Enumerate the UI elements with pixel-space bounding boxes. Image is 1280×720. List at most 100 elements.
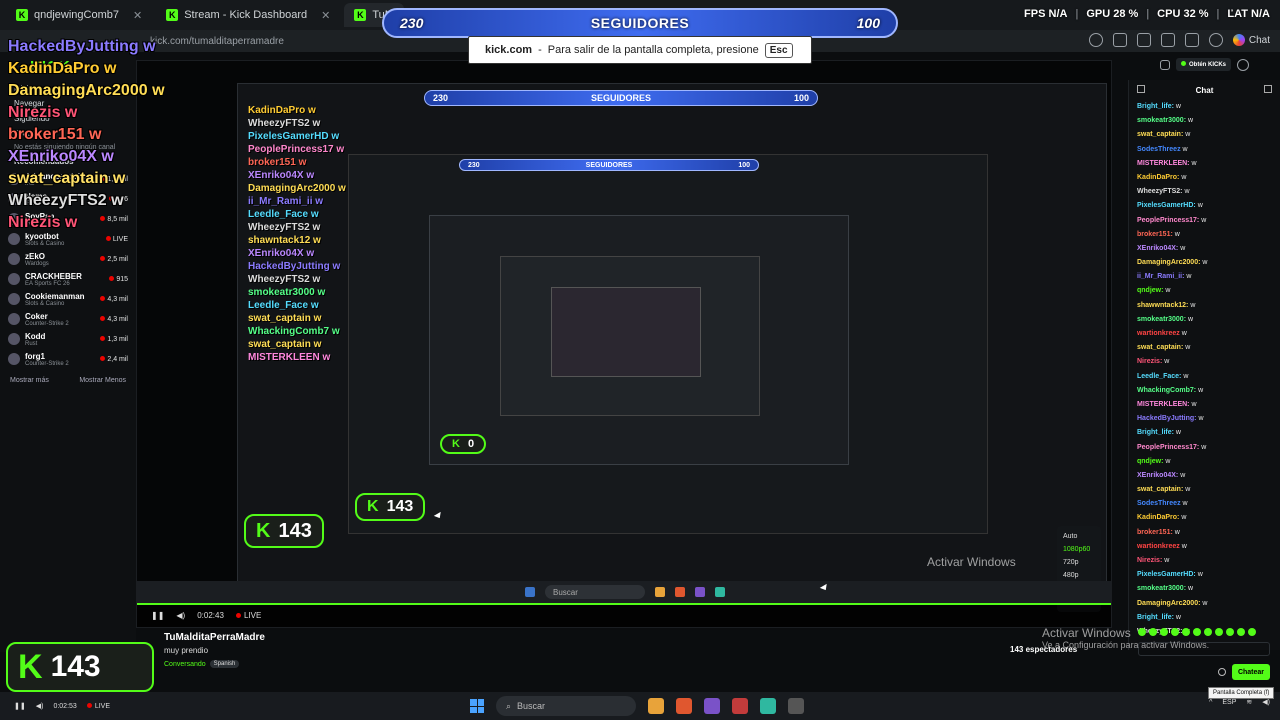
chat-username[interactable]: swat_captain:	[1137, 131, 1183, 138]
chat-username[interactable]: MISTERKLEEN:	[1137, 160, 1190, 167]
quality-option[interactable]: 1080p60	[1057, 543, 1101, 556]
collapse-chat-icon[interactable]	[1137, 85, 1145, 93]
avatar[interactable]	[1237, 58, 1250, 71]
pause-icon[interactable]: ❚❚	[151, 611, 164, 620]
tab-2[interactable]: K Stream - Kick Dashboard ✕	[156, 3, 340, 27]
channel-item[interactable]: Coker Counter-Strike 2 4,3 mil	[0, 309, 136, 329]
emote-icon[interactable]	[1248, 628, 1256, 636]
show-less-button[interactable]: Mostrar Menos	[79, 377, 126, 384]
tab-label: Stream - Kick Dashboard	[184, 9, 308, 21]
chat-text: w	[1191, 159, 1197, 167]
chat-username[interactable]: WhackingComb7:	[1137, 387, 1196, 394]
channel-item[interactable]: Kodd Rust 1,3 mil	[0, 329, 136, 349]
copilot-chat-button[interactable]: Chat	[1232, 34, 1270, 46]
chat-username[interactable]: XEnriko04X:	[1137, 245, 1178, 252]
stream-tag[interactable]: Spanish	[209, 660, 240, 668]
file-explorer-icon[interactable]	[648, 698, 664, 714]
tab-1[interactable]: K qndjewingComb7 ✕	[6, 3, 152, 27]
show-more-row: Mostrar más Mostrar Menos	[0, 369, 136, 392]
obtain-kicks-button[interactable]: Obtén KICKs	[1176, 58, 1232, 71]
close-icon[interactable]: ✕	[133, 9, 142, 22]
chat-username[interactable]: shawwntack12:	[1137, 302, 1188, 309]
chat-username[interactable]: PixelesGamerHD:	[1137, 202, 1196, 209]
brave-icon[interactable]	[676, 698, 692, 714]
pause-icon[interactable]: ❚❚	[14, 702, 26, 710]
chat-username[interactable]: KadinDaPro:	[1137, 174, 1179, 181]
chat-username[interactable]: swat_captain:	[1137, 344, 1183, 351]
chat-username[interactable]: Leedle_Face:	[1137, 373, 1181, 380]
chat-message: WheezyFTS2: w	[1129, 185, 1280, 199]
kick-follower-badge: K 143	[6, 642, 154, 692]
send-chat-button[interactable]: Chatear	[1232, 664, 1270, 680]
streamer-name[interactable]: TuMalditaPerraMadre	[164, 632, 265, 643]
chat-username[interactable]: SodesThreez	[1137, 146, 1181, 153]
favorites-icon[interactable]	[1184, 33, 1199, 47]
video-player[interactable]: 230 SEGUIDORES 100 KadinDaPro w WheezyFTS…	[136, 60, 1112, 628]
chat-username[interactable]: KadinDaPro:	[1137, 514, 1179, 521]
profile-avatar[interactable]	[1208, 33, 1223, 47]
chat-settings-icon[interactable]	[1264, 85, 1272, 93]
chat-username[interactable]: DamagingArc2000:	[1137, 600, 1200, 607]
chat-username[interactable]: wartionkreez	[1137, 330, 1180, 337]
chat-username[interactable]: smokeatr3000:	[1137, 316, 1186, 323]
emote-icon[interactable]	[1215, 628, 1223, 636]
chat-username[interactable]: MISTERKLEEN:	[1137, 401, 1190, 408]
volume-icon[interactable]: ◀)	[176, 611, 185, 620]
viewer-count-value: 2,5 mil	[107, 255, 128, 263]
close-icon[interactable]: ✕	[321, 9, 330, 22]
extensions-icon[interactable]	[1160, 33, 1175, 47]
chat-username[interactable]: broker151:	[1137, 529, 1173, 536]
chat-username[interactable]: swat_captain:	[1137, 486, 1183, 493]
edge-icon[interactable]	[760, 698, 776, 714]
chat-username[interactable]: WheezyFTS2:	[1137, 188, 1183, 195]
chat-username[interactable]: Bright_life:	[1137, 103, 1174, 110]
layout-icon[interactable]	[1160, 59, 1170, 70]
chat-username[interactable]: smokeatr3000:	[1137, 117, 1186, 124]
zoom-icon[interactable]	[1088, 33, 1103, 47]
chat-username[interactable]: PeoplePrincess17:	[1137, 217, 1199, 224]
chat-username[interactable]: XEnriko04X:	[1137, 472, 1178, 479]
taskbar-search[interactable]: ⌕ Buscar	[496, 696, 636, 716]
chat-username[interactable]: HackedByJutting:	[1137, 415, 1197, 422]
quality-option[interactable]: 720p	[1057, 556, 1101, 569]
show-more-button[interactable]: Mostrar más	[10, 377, 49, 384]
windows-start-icon[interactable]	[470, 699, 484, 713]
emote-icon[interactable]	[1226, 628, 1234, 636]
wifi-icon[interactable]: ≋	[1246, 698, 1252, 706]
chat-username[interactable]: DamagingArc2000:	[1137, 259, 1200, 266]
chat-username[interactable]: wartionkreez	[1137, 543, 1180, 550]
chat-username[interactable]: smokeatr3000:	[1137, 585, 1186, 592]
channel-item[interactable]: zEkO Wardogs 2,5 mil	[0, 249, 136, 269]
chat-username[interactable]: qndjew:	[1137, 287, 1163, 294]
tray-chevron-icon[interactable]: ^	[1209, 699, 1212, 706]
channel-item[interactable]: forg1 Counter-Strike 2 2,4 mil	[0, 349, 136, 369]
bookmark-icon[interactable]	[1136, 33, 1151, 47]
chat-username[interactable]: PeoplePrincess17:	[1137, 444, 1199, 451]
speaker-icon[interactable]: ◀)	[1262, 698, 1270, 706]
chat-username[interactable]: ii_Mr_Rami_ii:	[1137, 273, 1184, 280]
chat-username[interactable]: qndjew:	[1137, 458, 1163, 465]
chat-message: PeoplePrincess17: w	[1129, 441, 1280, 455]
progress-bar[interactable]	[137, 603, 1111, 605]
app-icon[interactable]	[704, 698, 720, 714]
app-icon[interactable]	[788, 698, 804, 714]
channel-item[interactable]: Cookiemanman Slots & Casino 4,3 mil	[0, 289, 136, 309]
reader-icon[interactable]	[1112, 33, 1127, 47]
chat-username[interactable]: SodesThreez	[1137, 500, 1181, 507]
chat-username[interactable]: Bright_life:	[1137, 429, 1174, 436]
quality-option[interactable]: Auto	[1057, 530, 1101, 543]
volume-icon[interactable]: ◀)	[36, 702, 44, 710]
stream-category[interactable]: Conversando	[164, 661, 206, 668]
chat-username[interactable]: broker151:	[1137, 231, 1173, 238]
overlay-chat-line: DamagingArc2000 w	[8, 82, 165, 99]
chat-username[interactable]: Nirezis:	[1137, 557, 1162, 564]
app-icon[interactable]	[732, 698, 748, 714]
nested-chat-line: HackedByJutting w	[248, 261, 341, 272]
chat-username[interactable]: PixelesGamerHD:	[1137, 571, 1196, 578]
chat-username[interactable]: Nirezis:	[1137, 358, 1162, 365]
chat-username[interactable]: Bright_life:	[1137, 614, 1174, 621]
channel-item[interactable]: CRACKHEBER EA Sports FC 26 915	[0, 269, 136, 289]
lang-indicator[interactable]: ESP	[1222, 699, 1236, 706]
gear-icon[interactable]	[1218, 668, 1226, 676]
emote-icon[interactable]	[1237, 628, 1245, 636]
